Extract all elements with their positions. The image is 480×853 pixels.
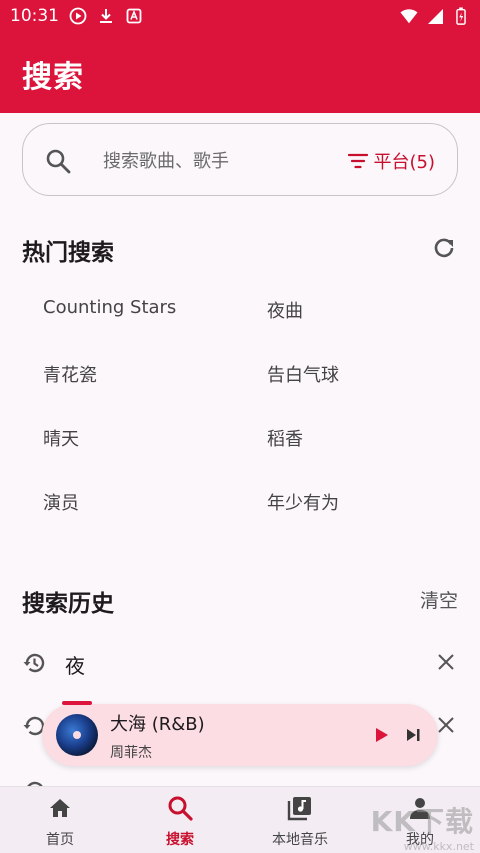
- close-icon[interactable]: [436, 652, 456, 672]
- mini-player[interactable]: 大海 (R&B) 周菲杰: [42, 701, 438, 766]
- status-time: 10:31: [10, 6, 59, 26]
- wifi-icon: [400, 9, 418, 24]
- platform-filter-label: 平台(5): [373, 152, 436, 173]
- history-row[interactable]: [0, 768, 480, 786]
- signal-icon: [428, 9, 443, 24]
- skip-next-icon[interactable]: [402, 724, 424, 746]
- search-input[interactable]: [103, 148, 313, 174]
- search-bar[interactable]: 平台(5): [22, 123, 458, 196]
- page-title: 搜索: [22, 60, 84, 95]
- album-art[interactable]: [56, 714, 98, 756]
- search-icon: [46, 149, 71, 174]
- nav-local-music[interactable]: 本地音乐: [240, 795, 360, 851]
- watermark: KK下载 www.kkx.net: [371, 800, 474, 853]
- app-bar: 10:31 搜索: [0, 0, 480, 113]
- status-bar: 10:31: [0, 0, 480, 32]
- watermark-text: KK下载: [370, 805, 474, 838]
- history-icon: [23, 653, 45, 673]
- song-artist: 周菲杰: [110, 745, 152, 761]
- refresh-icon[interactable]: [432, 236, 456, 260]
- battery-icon: [456, 7, 466, 25]
- history-row[interactable]: 夜: [0, 640, 480, 686]
- hot-search-item[interactable]: 演员: [43, 489, 79, 515]
- filter-icon: [347, 153, 368, 169]
- close-icon[interactable]: [436, 715, 456, 735]
- search-icon: [168, 796, 193, 821]
- song-title: 大海 (R&B): [110, 714, 205, 735]
- history-icon: [27, 781, 43, 786]
- player-progress-accent: [62, 701, 92, 705]
- hot-search-item[interactable]: 青花瓷: [43, 361, 97, 387]
- play-circle-icon: [69, 7, 87, 25]
- history-item-text: 夜: [65, 654, 85, 678]
- hot-search-item[interactable]: 年少有为: [267, 489, 339, 515]
- hot-search-title: 热门搜索: [22, 240, 114, 266]
- download-icon: [100, 9, 112, 23]
- hot-search-item[interactable]: 稻香: [267, 425, 303, 451]
- nav-search-label: 搜索: [166, 832, 194, 848]
- nav-search[interactable]: 搜索: [120, 795, 240, 851]
- watermark-url: www.kkx.net: [403, 840, 474, 853]
- nav-home-label: 首页: [46, 832, 74, 848]
- nav-local-music-label: 本地音乐: [272, 832, 328, 848]
- hot-search-item[interactable]: 告白气球: [267, 361, 339, 387]
- hot-search-item[interactable]: 晴天: [43, 425, 79, 451]
- nav-home[interactable]: 首页: [0, 795, 120, 851]
- platform-filter-button[interactable]: 平台(5): [347, 146, 436, 176]
- music-library-icon: [287, 797, 311, 821]
- app-notification-icon: [126, 8, 142, 24]
- hot-search-item[interactable]: Counting Stars: [43, 297, 176, 318]
- home-icon: [50, 799, 70, 817]
- play-icon[interactable]: [370, 724, 392, 746]
- search-history-title: 搜索历史: [22, 591, 114, 617]
- clear-history-button[interactable]: 清空: [420, 586, 458, 613]
- hot-search-item[interactable]: 夜曲: [267, 297, 303, 323]
